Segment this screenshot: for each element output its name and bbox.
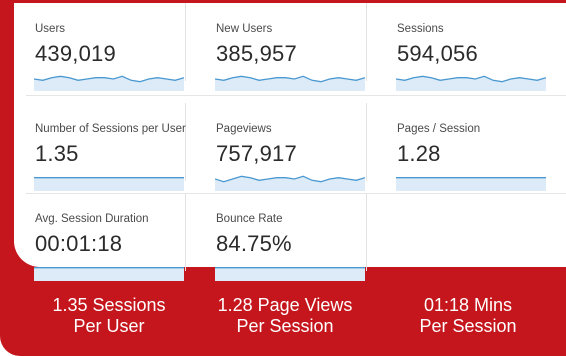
metric-value: 1.28 xyxy=(397,141,441,166)
summary-banner: 1.35 Sessions Per User 1.28 Page Views P… xyxy=(0,276,566,356)
metric-label: Bounce Rate xyxy=(216,213,283,225)
stat-line-1: 01:18 Mins xyxy=(423,295,513,315)
stat-line-1: 1.28 Page Views xyxy=(217,295,353,315)
metric-label: Sessions xyxy=(397,23,444,35)
metrics-panel: Users 439,019 New Users 385,957 Sessions… xyxy=(14,3,566,281)
metric-label: New Users xyxy=(216,23,273,35)
sparkline-area xyxy=(34,177,184,191)
metric-value: 385,957 xyxy=(216,41,297,66)
sparkline xyxy=(215,75,365,91)
metric-card-avg-session-duration[interactable]: Avg. Session Duration 00:01:18 xyxy=(14,193,186,281)
metric-value: 594,056 xyxy=(397,41,478,66)
sparkline xyxy=(34,177,184,191)
row-divider xyxy=(26,95,566,96)
metric-value: 757,917 xyxy=(216,141,297,166)
metric-card-new-users[interactable]: New Users 385,957 xyxy=(195,3,367,91)
metric-card-users[interactable]: Users 439,019 xyxy=(14,3,186,91)
metric-label: Number of Sessions per User xyxy=(35,123,186,135)
metric-label: Avg. Session Duration xyxy=(35,213,149,225)
sparkline-area xyxy=(396,177,546,191)
stat-line-2: Per Session xyxy=(419,316,517,336)
metric-card-pages-per-session[interactable]: Pages / Session 1.28 xyxy=(376,103,548,191)
stat-page-views-per-session: 1.28 Page Views Per Session xyxy=(200,295,370,337)
sparkline xyxy=(396,75,546,91)
metric-value: 439,019 xyxy=(35,41,116,66)
metric-card-sessions-per-user[interactable]: Number of Sessions per User 1.35 xyxy=(14,103,186,191)
metric-label: Pageviews xyxy=(216,123,272,135)
metric-label: Pages / Session xyxy=(397,123,481,135)
sparkline xyxy=(215,175,365,191)
metric-card-pageviews[interactable]: Pageviews 757,917 xyxy=(195,103,367,191)
stat-line-2: Per Session xyxy=(236,316,334,336)
stat-sessions-per-user: 1.35 Sessions Per User xyxy=(24,295,194,337)
metric-label: Users xyxy=(35,23,66,35)
stat-line-1: 1.35 Sessions xyxy=(52,295,166,315)
sparkline xyxy=(396,177,546,191)
metric-value: 1.35 xyxy=(35,141,79,166)
metric-card-bounce-rate[interactable]: Bounce Rate 84.75% xyxy=(195,193,367,281)
stat-line-2: Per User xyxy=(73,316,145,336)
stat-mins-per-session: 01:18 Mins Per Session xyxy=(383,295,553,337)
metric-card-sessions[interactable]: Sessions 594,056 xyxy=(376,3,548,91)
metric-value: 00:01:18 xyxy=(35,231,123,256)
sparkline xyxy=(34,75,184,91)
metric-value: 84.75% xyxy=(216,231,292,256)
